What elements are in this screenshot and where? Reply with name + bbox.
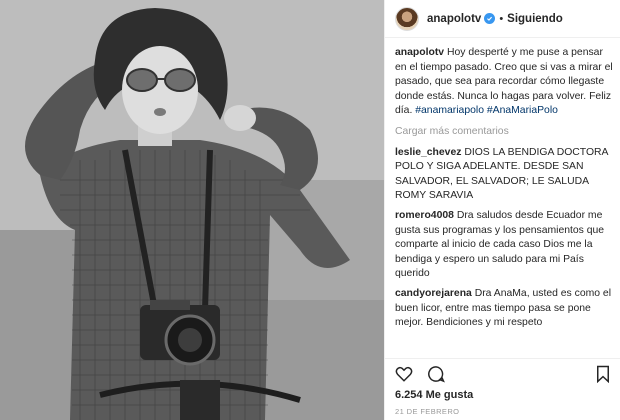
post-header: anapolotv • Siguiendo xyxy=(385,0,620,38)
post-date: 21 DE FEBRERO xyxy=(395,407,460,416)
post-caption: anapolotv Hoy desperté y me puse a pensa… xyxy=(395,46,615,119)
heart-icon[interactable] xyxy=(395,365,413,383)
avatar[interactable] xyxy=(395,6,419,31)
following-button[interactable]: Siguiendo xyxy=(507,13,563,25)
comment-username[interactable]: leslie_chevez xyxy=(395,147,461,158)
bookmark-icon[interactable] xyxy=(595,365,611,383)
comment-bubble-icon[interactable] xyxy=(427,365,445,383)
vintage-portrait-illustration xyxy=(0,0,384,420)
caption-hashtags[interactable]: #anamariapolo #AnaMariaPolo xyxy=(415,105,558,116)
comment-item: candyorejarena Dra AnaMa, usted es como … xyxy=(395,287,615,331)
likes-count[interactable]: 6.254 Me gusta xyxy=(395,389,473,401)
caption-username[interactable]: anapolotv xyxy=(395,47,444,58)
comment-item: romero4008 Dra saludos desde Ecuador me … xyxy=(395,209,615,282)
separator-dot: • xyxy=(499,12,504,25)
action-icons xyxy=(395,365,445,383)
verified-badge-icon xyxy=(484,13,496,24)
post-actions: 6.254 Me gusta 21 DE FEBRERO xyxy=(385,358,620,420)
comments-list[interactable]: anapolotv Hoy desperté y me puse a pensa… xyxy=(395,46,615,358)
load-more-comments-link[interactable]: Cargar más comentarios xyxy=(395,125,615,140)
post-photo[interactable] xyxy=(0,0,384,420)
comment-username[interactable]: romero4008 xyxy=(395,210,454,221)
comment-username[interactable]: candyorejarena xyxy=(395,288,472,299)
username-link[interactable]: anapolotv xyxy=(427,13,481,25)
comment-item: leslie_chevez DIOS LA BENDIGA DOCTORA PO… xyxy=(395,146,615,204)
post-sidebar: anapolotv • Siguiendo anapolotv Hoy desp… xyxy=(384,0,620,420)
